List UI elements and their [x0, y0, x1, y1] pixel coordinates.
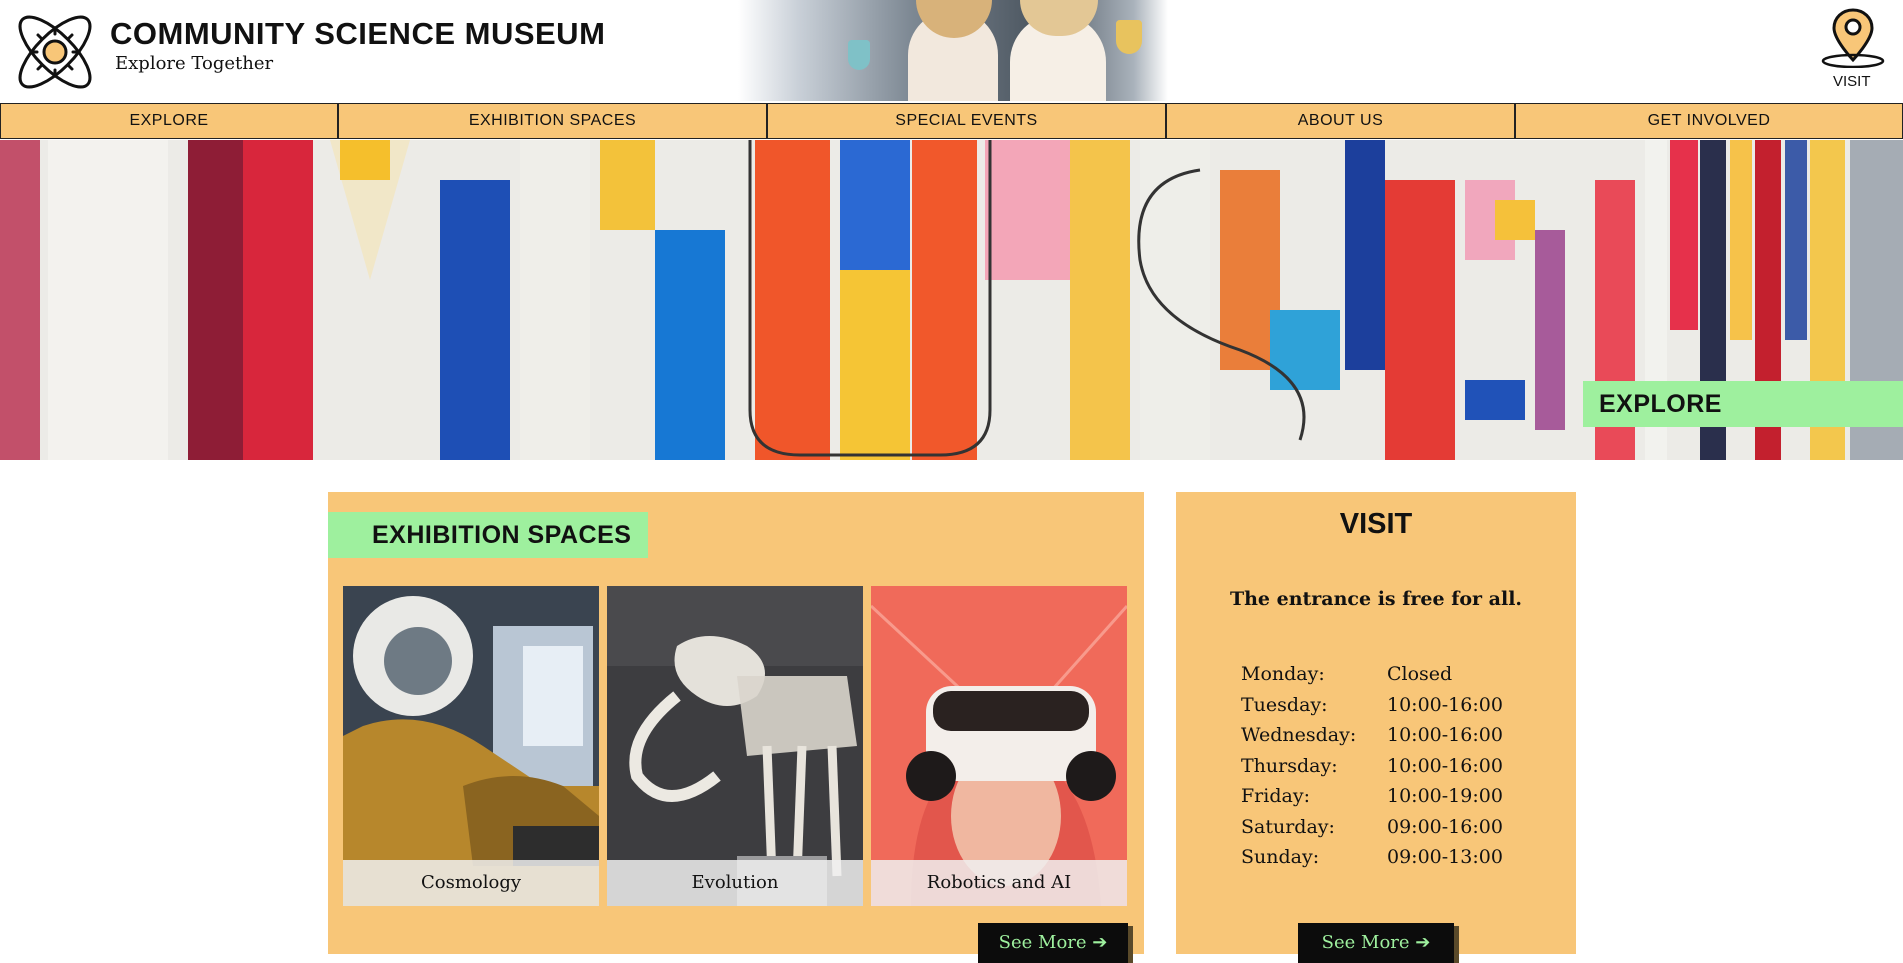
hours-row: Wednesday: 10:00-16:00: [1241, 724, 1503, 755]
exhibition-card-cosmology[interactable]: Cosmology: [343, 586, 599, 906]
hours-time: 10:00-19:00: [1387, 785, 1503, 807]
nav-item-exhibition-spaces[interactable]: EXHIBITION SPACES: [338, 103, 767, 139]
exhibition-card-evolution[interactable]: Evolution: [607, 586, 863, 906]
hours-time: 10:00-16:00: [1387, 724, 1503, 746]
hours-day: Wednesday:: [1241, 724, 1357, 746]
hours-row: Tuesday: 10:00-16:00: [1241, 694, 1503, 725]
exhibition-card-robotics-ai[interactable]: Robotics and AI: [871, 586, 1127, 906]
visit-panel: VISIT The entrance is free for all. Mond…: [1176, 492, 1576, 963]
hours-time: 10:00-16:00: [1387, 754, 1503, 777]
main-nav: EXPLORE EXHIBITION SPACES SPECIAL EVENTS…: [0, 103, 1903, 139]
site-header: COMMUNITY SCIENCE MUSEUM Explore Togethe…: [0, 0, 1903, 103]
exhibitions-see-more-button[interactable]: See More ➔: [978, 923, 1128, 963]
opening-hours-list: Monday: Closed Tuesday: 10:00-16:00 Wednes…: [1241, 663, 1503, 877]
nav-item-get-involved[interactable]: GET INVOLVED: [1515, 103, 1903, 139]
exhibition-spaces-panel: EXHIBITION SPACES Cosmology Evolution Ro…: [328, 492, 1144, 963]
hours-day: Friday:: [1241, 785, 1310, 807]
hours-time: 09:00-16:00: [1387, 815, 1503, 838]
exhibition-card-caption: Robotics and AI: [871, 860, 1127, 906]
hours-day: Sunday:: [1241, 846, 1320, 868]
hours-row: Friday: 10:00-19:00: [1241, 785, 1503, 816]
hours-row: Sunday: 09:00-13:00: [1241, 846, 1503, 877]
hours-time: 09:00-13:00: [1387, 846, 1503, 868]
site-title[interactable]: COMMUNITY SCIENCE MUSEUM: [110, 16, 605, 52]
header-photo-kids-lab: [738, 0, 1168, 101]
exhibition-card-caption: Evolution: [607, 860, 863, 906]
hero-explore-badge[interactable]: EXPLORE: [1583, 381, 1903, 427]
nav-item-explore[interactable]: EXPLORE: [0, 103, 338, 139]
map-pin-icon[interactable]: [1820, 6, 1886, 68]
visit-link-label[interactable]: VISIT: [1833, 73, 1871, 90]
hours-time: 10:00-16:00: [1387, 693, 1503, 716]
astronaut-photo: [343, 586, 599, 906]
hours-row: Monday: Closed: [1241, 663, 1503, 694]
atom-sun-icon[interactable]: [6, 4, 104, 100]
visit-see-more-button[interactable]: See More ➔: [1298, 923, 1454, 963]
exhibition-card-caption: Cosmology: [343, 860, 599, 906]
hours-row: Saturday: 09:00-16:00: [1241, 816, 1503, 847]
visit-title: VISIT: [1339, 508, 1413, 540]
visit-free-entrance: The entrance is free for all.: [1229, 588, 1523, 610]
hours-time: Closed: [1387, 663, 1453, 685]
site-tagline: Explore Together: [115, 53, 274, 74]
hours-day: Thursday:: [1241, 754, 1338, 777]
vr-headset-photo: [871, 586, 1127, 906]
hours-day: Saturday:: [1241, 815, 1335, 838]
nav-item-about-us[interactable]: ABOUT US: [1166, 103, 1515, 139]
nav-item-special-events[interactable]: SPECIAL EVENTS: [767, 103, 1166, 139]
hours-day: Monday:: [1241, 663, 1325, 685]
hours-row: Thursday: 10:00-16:00: [1241, 755, 1503, 786]
mammoth-skeleton-photo: [607, 586, 863, 906]
hours-day: Tuesday:: [1241, 693, 1328, 716]
exhibition-spaces-heading: EXHIBITION SPACES: [328, 512, 648, 558]
